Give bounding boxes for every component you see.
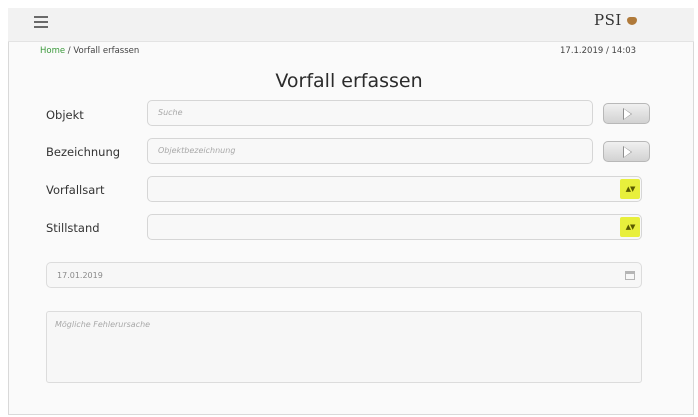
bezeichnung-placeholder: Objektbezeichnung <box>158 146 236 155</box>
breadcrumb-home-link[interactable]: Home <box>40 46 65 56</box>
objekt-label: Objekt <box>46 108 84 122</box>
psi-logo: PSI <box>594 11 622 29</box>
bezeichnung-input[interactable]: Objektbezeichnung <box>147 138 593 164</box>
objekt-go-button[interactable] <box>603 103 650 124</box>
fehlerursache-placeholder: Mögliche Fehlerursache <box>55 320 151 329</box>
fehlerursache-textarea[interactable]: Mögliche Fehlerursache <box>46 311 642 383</box>
hamburger-icon[interactable] <box>34 16 48 28</box>
bezeichnung-go-button[interactable] <box>603 141 650 162</box>
bezeichnung-label: Bezeichnung <box>46 145 121 159</box>
current-datetime: 17.1.2019 / 14:03 <box>560 46 637 56</box>
date-input[interactable]: 17.01.2019 <box>46 262 642 288</box>
breadcrumb-current: Vorfall erfassen <box>73 46 140 56</box>
stillstand-sort-arrows-icon[interactable]: ▲▼ <box>620 217 640 237</box>
vorfallsart-label: Vorfallsart <box>46 183 105 197</box>
top-bar <box>8 8 694 42</box>
vorfallsart-sort-arrows-icon[interactable]: ▲▼ <box>620 179 640 199</box>
vorfallsart-select[interactable] <box>147 176 642 202</box>
objekt-search-input[interactable]: Suche <box>147 100 593 126</box>
breadcrumb: Home / Vorfall erfassen <box>40 46 139 56</box>
stillstand-select[interactable] <box>147 214 642 240</box>
date-value: 17.01.2019 <box>57 271 103 280</box>
page-title: Vorfall erfassen <box>275 70 423 92</box>
objekt-search-placeholder: Suche <box>158 108 183 117</box>
calendar-icon[interactable] <box>625 270 635 280</box>
stillstand-label: Stillstand <box>46 221 100 235</box>
